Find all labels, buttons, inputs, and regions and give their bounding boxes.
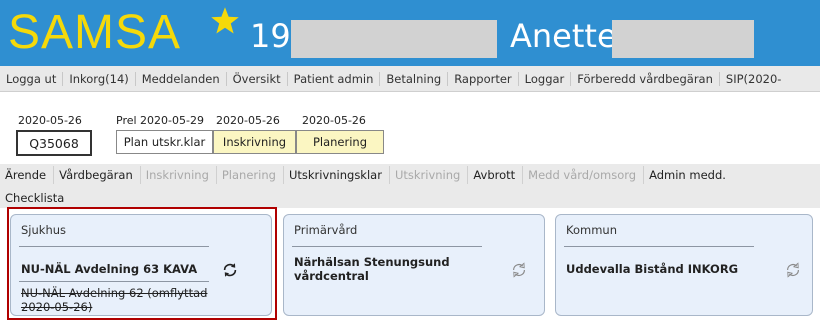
menu-meddelanden[interactable]: Meddelanden (136, 71, 227, 86)
action-utskrivning: Utskrivning (390, 166, 469, 184)
stage-planering[interactable]: Planering (296, 130, 384, 154)
card-unit: Närhälsan Stenungsund vårdcentral (294, 255, 450, 283)
action-arende[interactable]: Ärende (0, 166, 55, 184)
card-title: Kommun (566, 223, 617, 237)
menu-patient-admin[interactable]: Patient admin (288, 71, 381, 86)
card-primarvard[interactable]: Primärvård Närhälsan Stenungsund vårdcen… (283, 214, 545, 316)
sync-icon[interactable] (510, 261, 528, 279)
card-title: Primärvård (294, 223, 358, 237)
action-avbrott[interactable]: Avbrott (468, 166, 524, 184)
card-divider (564, 246, 754, 247)
menu-rapporter[interactable]: Rapporter (448, 71, 519, 86)
action-utskrivningsklar[interactable]: Utskrivningsklar (284, 166, 390, 184)
stage-date-planering: 2020-05-26 (302, 114, 366, 127)
card-unit: Uddevalla Bistånd INKORG (566, 262, 739, 276)
stage-plan-utskr-klar[interactable]: Plan utskr.klar (116, 130, 213, 154)
action-bar: Ärende Vårdbegäran Inskrivning Planering… (0, 164, 820, 208)
action-inskrivning: Inskrivning (141, 166, 217, 184)
menu-logga-ut[interactable]: Logga ut (0, 71, 64, 86)
main-menu: Logga ut Inkorg(14) Meddelanden Översikt… (0, 66, 820, 92)
patient-number: 19 (250, 17, 291, 55)
stage-inskrivning[interactable]: Inskrivning (213, 130, 296, 154)
user-name: Anette (510, 17, 617, 55)
menu-loggar[interactable]: Loggar (519, 71, 572, 86)
action-planering: Planering (217, 166, 284, 184)
card-kommun[interactable]: Kommun Uddevalla Bistånd INKORG (555, 214, 813, 316)
sync-icon[interactable] (784, 261, 802, 279)
action-checklista[interactable]: Checklista (5, 190, 64, 206)
action-medd-vard-omsorg: Medd vård/omsorg (523, 166, 645, 184)
menu-betalning[interactable]: Betalning (380, 71, 449, 86)
menu-forberedd-vardbegaran[interactable]: Förberedd vårdbegäran (571, 71, 720, 86)
stage-date-plan: Prel 2020-05-29 (116, 114, 204, 127)
action-admin-medd[interactable]: Admin medd. (644, 166, 733, 184)
card-divider (292, 246, 482, 247)
menu-oversikt[interactable]: Översikt (227, 71, 288, 86)
star-icon[interactable] (210, 6, 240, 36)
menu-inkorg[interactable]: Inkorg(14) (63, 71, 136, 86)
action-vardbegaran[interactable]: Vårdbegäran (54, 166, 141, 184)
app-header: SAMSA 19 Anette (0, 0, 820, 66)
stage-date-inskrivning: 2020-05-26 (216, 114, 280, 127)
highlight-frame (7, 207, 277, 320)
case-date: 2020-05-26 (18, 114, 82, 127)
case-number-box[interactable]: Q35068 (16, 130, 92, 156)
redacted-surname (612, 20, 754, 58)
redacted-personal-id (291, 20, 497, 58)
menu-sip[interactable]: SIP(2020- (720, 72, 788, 86)
app-logo: SAMSA (8, 6, 182, 59)
